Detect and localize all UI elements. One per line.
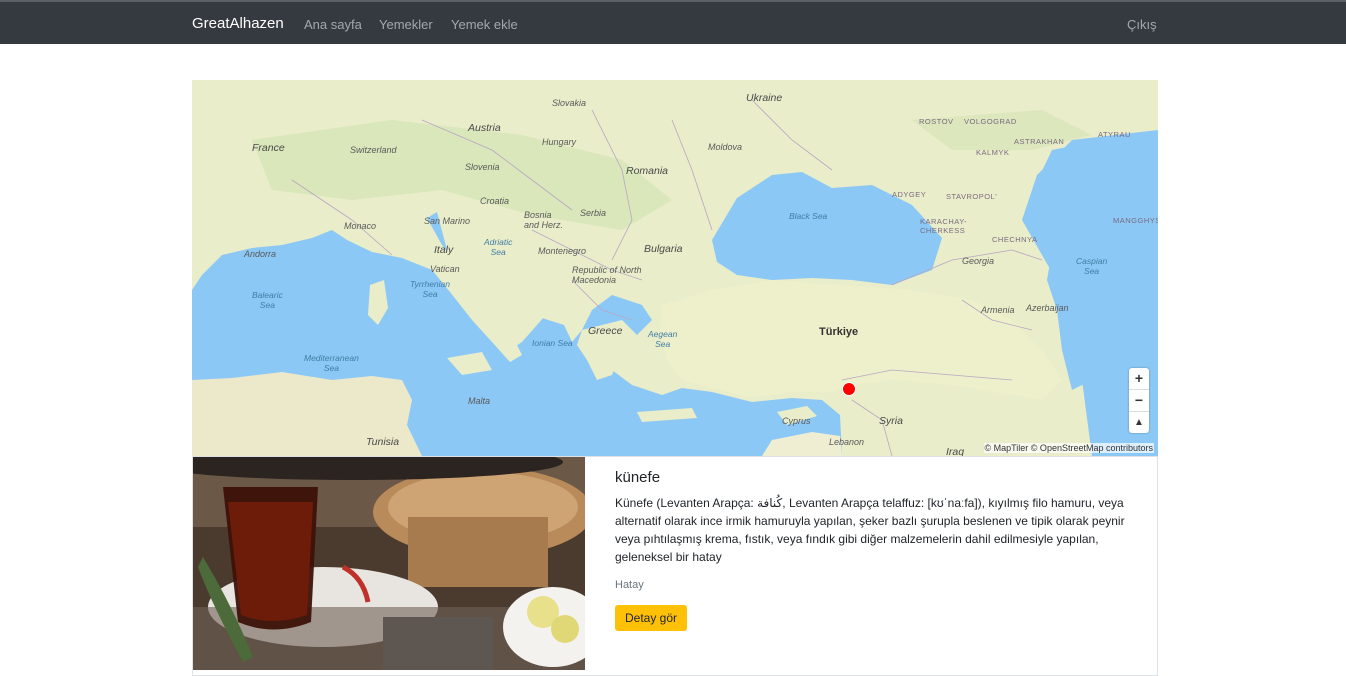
dish-city: Hatay xyxy=(615,579,644,591)
crete xyxy=(637,408,697,422)
map-label-black-sea: Black Sea xyxy=(789,211,828,221)
location-marker[interactable] xyxy=(842,382,856,396)
map-label-georgia: Georgia xyxy=(962,256,995,266)
map-label-ukraine: Ukraine xyxy=(746,92,783,104)
map-label-astrakhan: ASTRAKHAN xyxy=(1014,137,1065,146)
dish-title: künefe xyxy=(615,469,661,486)
map-label-syria: Syria xyxy=(879,415,903,427)
map-label-mediterranean: Mediterranean Sea xyxy=(304,353,359,373)
brand-link[interactable]: GreatAlhazen xyxy=(192,15,284,32)
map-label-bulgaria: Bulgaria xyxy=(644,243,683,255)
map-zoom-controls: + − ▲ xyxy=(1129,368,1149,433)
map-label-karachay: KARACHAY- CHERKESS xyxy=(920,217,968,235)
dish-image xyxy=(193,457,585,670)
map-label-balearic: Balearic Sea xyxy=(252,290,283,310)
map-label-vatican: Vatican xyxy=(430,264,460,274)
map-label-north-macedonia: Republic of North Macedonia xyxy=(572,265,642,285)
map-label-france: France xyxy=(252,142,285,154)
map-label-iraq: Iraq xyxy=(946,446,965,456)
map-label-hungary: Hungary xyxy=(542,137,577,147)
map-label-serbia: Serbia xyxy=(580,208,607,218)
zoom-out-button[interactable]: − xyxy=(1129,390,1149,412)
map-label-moldova: Moldova xyxy=(708,142,743,152)
map-label-slovakia: Slovakia xyxy=(552,98,587,108)
map-label-rostov: ROSTOV xyxy=(919,117,954,126)
sardinia xyxy=(368,280,388,325)
map-label-adriatic: Adriatic Sea xyxy=(484,237,513,257)
map-label-italy: Italy xyxy=(434,244,454,256)
map-label-adygey: ADYGEY xyxy=(892,190,927,199)
sicily xyxy=(447,352,492,375)
map-label-bosnia: Bosnia and Herz. xyxy=(524,210,564,230)
map-label-montenegro: Montenegro xyxy=(538,246,587,256)
zoom-in-button[interactable]: + xyxy=(1129,368,1149,390)
map-label-switzerland: Switzerland xyxy=(350,145,397,155)
logout-link[interactable]: Çıkış xyxy=(1127,17,1157,32)
dish-card-body: künefe Künefe (Levanten Arapça: كُنافة, … xyxy=(615,469,1135,631)
map-label-austria: Austria xyxy=(468,122,501,134)
map-label-andorra: Andorra xyxy=(244,249,277,259)
map-label-slovenia: Slovenia xyxy=(465,162,500,172)
map-label-lebanon: Lebanon xyxy=(829,437,865,447)
map[interactable]: Ukraine Slovakia Austria Hungary Moldova… xyxy=(192,80,1158,456)
map-label-tyrrhenian: Tyrrhenian Sea xyxy=(410,279,450,299)
map-label-kalmyk: KALMYK xyxy=(976,148,1010,157)
nav-dishes-link[interactable]: Yemekler xyxy=(379,17,433,32)
map-label-romania: Romania xyxy=(626,165,669,177)
map-label-aegean: Aegean Sea xyxy=(648,329,678,349)
nav-home-link[interactable]: Ana sayfa xyxy=(304,17,362,32)
map-label-san-marino: San Marino xyxy=(424,216,471,226)
map-label-croatia: Croatia xyxy=(480,196,510,206)
map-attribution: © MapTiler © OpenStreetMap contributors xyxy=(983,443,1154,453)
top-navbar: GreatAlhazen Ana sayfa Yemekler Yemek ek… xyxy=(0,0,1346,44)
dish-card: künefe Künefe (Levanten Arapça: كُنافة, … xyxy=(192,456,1158,676)
map-label-chechnya: CHECHNYA xyxy=(992,235,1038,244)
map-label-stavropol: STAVROPOL' xyxy=(946,192,998,201)
nav-add-dish-link[interactable]: Yemek ekle xyxy=(451,17,518,32)
detail-button[interactable]: Detay gör xyxy=(615,605,688,631)
map-label-turkiye: Türkiye xyxy=(819,326,859,338)
map-label-armenia: Armenia xyxy=(981,305,1015,315)
map-label-malta: Malta xyxy=(468,396,491,406)
dish-description: Künefe (Levanten Arapça: كُنافة, Levante… xyxy=(615,496,1125,564)
map-label-volgograd: VOLGOGRAD xyxy=(964,117,1017,126)
compass-reset-button[interactable]: ▲ xyxy=(1129,412,1149,433)
map-label-greece: Greece xyxy=(588,325,623,337)
map-label-azerbaijan: Azerbaijan xyxy=(1026,303,1069,313)
map-label-tunisia: Tunisia xyxy=(366,436,400,448)
map-label-monaco: Monaco xyxy=(344,221,377,231)
map-label-caspian: Caspian Sea xyxy=(1076,256,1108,276)
map-label-ionian: Ionian Sea xyxy=(532,338,573,348)
map-label-mangghys: MANGGHYS xyxy=(1113,216,1158,225)
map-label-cyprus: Cyprus xyxy=(782,416,811,426)
map-label-atyrau: ATYRAU xyxy=(1098,130,1131,139)
